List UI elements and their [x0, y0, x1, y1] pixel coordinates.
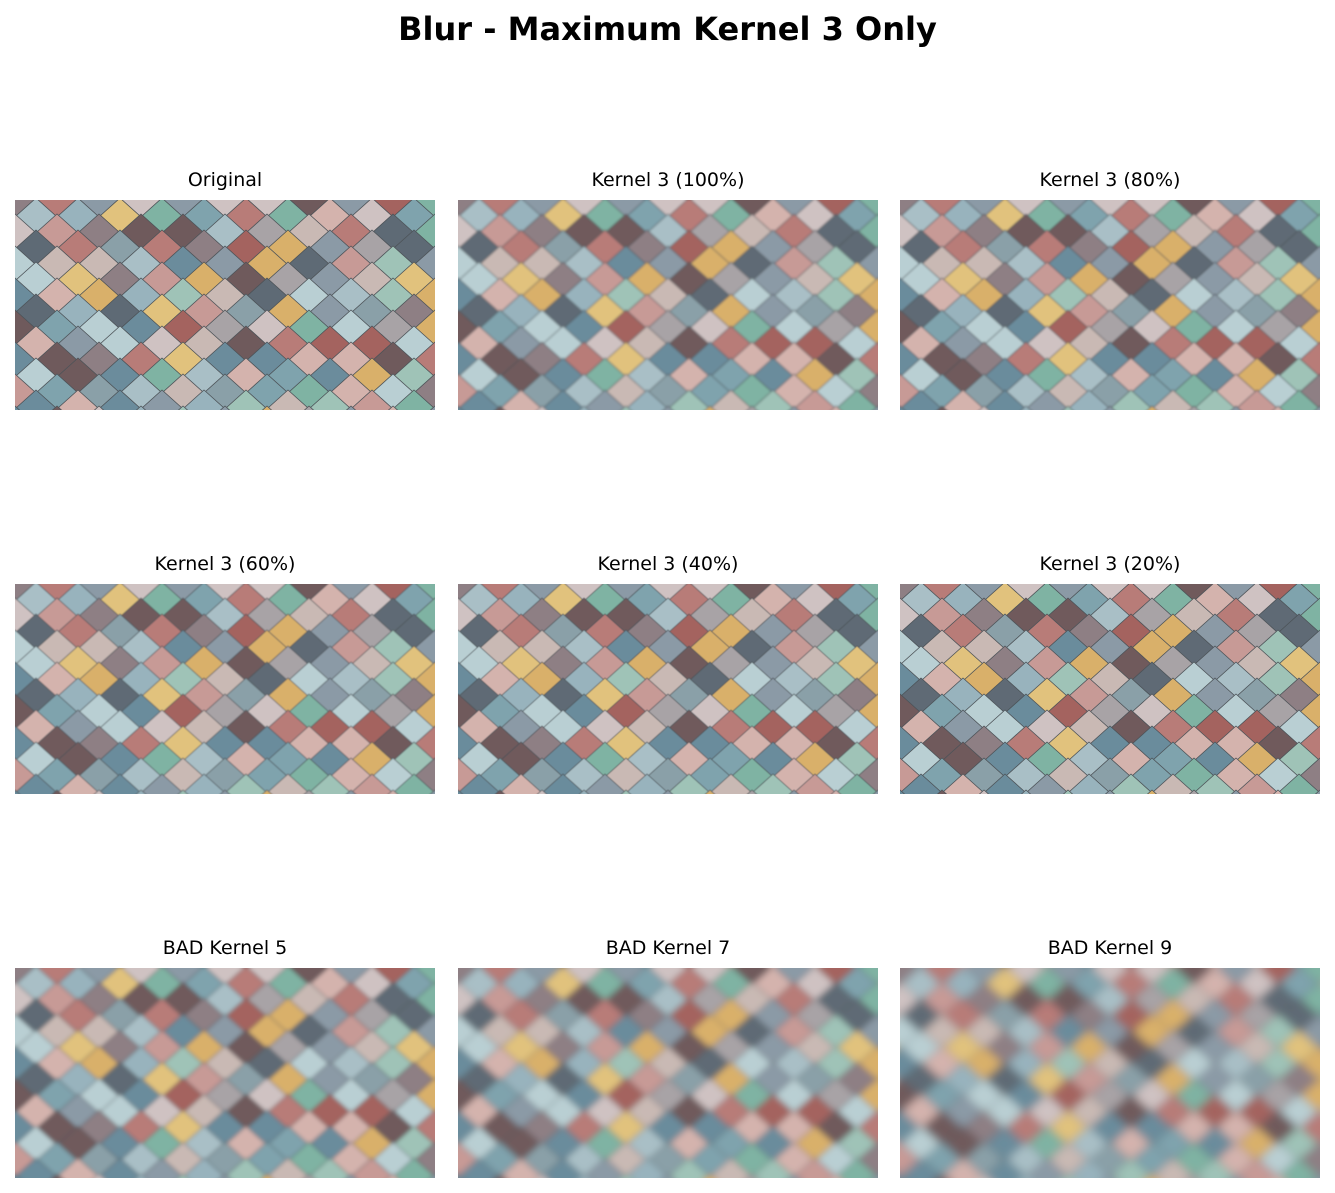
panel-title: BAD Kernel 5: [162, 937, 288, 959]
tile-mosaic-image: [15, 584, 435, 794]
panel-title: Kernel 3 (20%): [1039, 553, 1181, 575]
tile-mosaic-image: [15, 200, 435, 410]
tile-mosaic-image: [458, 968, 878, 1178]
tile-mosaic-image: [900, 968, 1320, 1178]
tile-mosaic-image: [458, 584, 878, 794]
tile-mosaic-image: [458, 200, 878, 410]
tile-mosaic-image: [15, 968, 435, 1178]
tile-mosaic-image: [900, 200, 1320, 410]
panel-title: BAD Kernel 7: [605, 937, 731, 959]
panel-title: Kernel 3 (100%): [591, 169, 745, 191]
panel-title: Kernel 3 (40%): [597, 553, 739, 575]
figure-title: Blur - Maximum Kernel 3 Only: [398, 10, 937, 48]
panel-title: Kernel 3 (60%): [154, 553, 296, 575]
panel-title: Original: [187, 169, 263, 191]
tile-mosaic-image: [900, 584, 1320, 794]
panel-title: BAD Kernel 9: [1047, 937, 1173, 959]
panel-title: Kernel 3 (80%): [1039, 169, 1181, 191]
